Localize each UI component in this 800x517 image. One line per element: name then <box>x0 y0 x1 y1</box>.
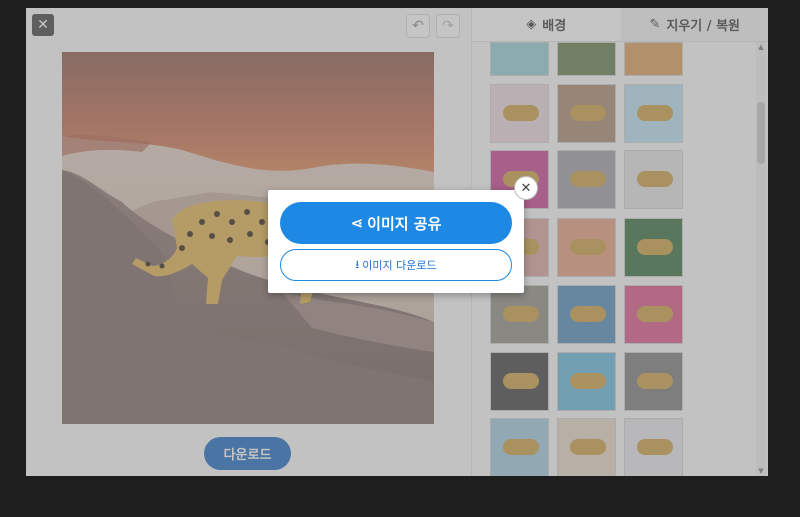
share-image-button[interactable]: ⋖ 이미지 공유 <box>280 202 512 244</box>
share-download-modal: ⋖ 이미지 공유 ⭳ 이미지 다운로드 <box>268 190 524 293</box>
share-image-label: 이미지 공유 <box>367 214 442 233</box>
image-download-label: 이미지 다운로드 <box>362 259 437 272</box>
close-icon: ✕ <box>520 180 532 196</box>
share-icon: ⋖ <box>350 214 364 232</box>
image-download-button[interactable]: ⭳ 이미지 다운로드 <box>280 249 512 281</box>
download-icon: ⭳ <box>355 257 360 271</box>
modal-close-button[interactable]: ✕ <box>514 176 538 200</box>
page: ✕ ↶ ↷ 다운로드 ◈ 배경 ✎ 지우기 / 복원 ▲ ▼ ⋖ 이미지 공유 … <box>0 0 800 517</box>
